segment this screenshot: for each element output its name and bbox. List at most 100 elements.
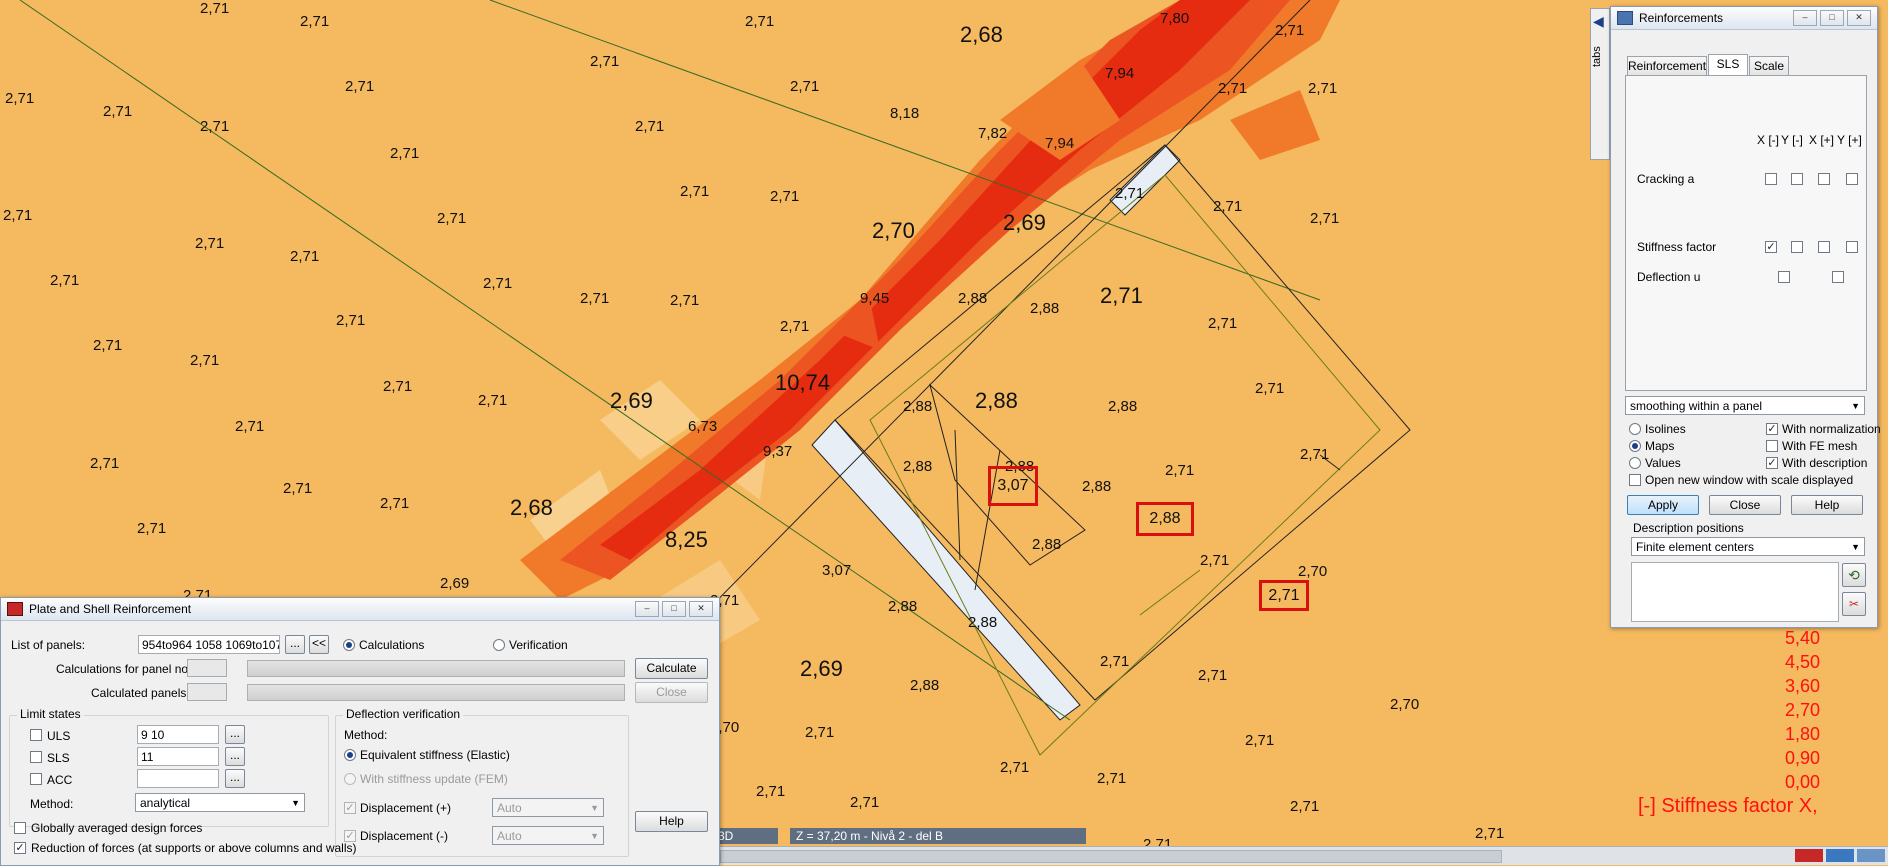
- reinf-title: Reinforcements: [1639, 11, 1724, 25]
- tab-reinforcement[interactable]: Reinforcement: [1627, 56, 1707, 76]
- globally-averaged-label: Globally averaged design forces: [31, 821, 203, 835]
- map-value-label: 9,37: [763, 443, 793, 460]
- map-value-label: 2,71: [336, 312, 366, 329]
- acc-checkbox[interactable]: [30, 773, 42, 785]
- chevron-down-icon: ▼: [590, 831, 599, 841]
- refresh-icon[interactable]: ⟲: [1842, 563, 1866, 587]
- verification-radio[interactable]: [493, 639, 505, 651]
- deflection-plus-checkbox[interactable]: [1832, 271, 1844, 283]
- map-value-label: 8,25: [665, 527, 708, 552]
- plate-dialog-titlebar[interactable]: Plate and Shell Reinforcement – □ ✕: [1, 598, 719, 621]
- apply-button[interactable]: Apply: [1627, 495, 1699, 515]
- isolines-label: Isolines: [1645, 422, 1686, 436]
- with-normalization-checkbox[interactable]: ✓: [1766, 423, 1778, 435]
- tab-scale[interactable]: Scale: [1749, 56, 1789, 76]
- map-value-label: 2,70: [872, 218, 915, 243]
- calculations-radio[interactable]: [343, 639, 355, 651]
- minimize-icon[interactable]: –: [1793, 10, 1817, 26]
- sls-input[interactable]: 11: [137, 747, 219, 766]
- arrow-left-icon[interactable]: ◀: [1593, 13, 1604, 30]
- stiffness-x-plus-checkbox[interactable]: [1818, 241, 1830, 253]
- cracking-x-minus-checkbox[interactable]: [1765, 173, 1777, 185]
- acc-input[interactable]: [137, 769, 219, 788]
- stiffness-y-minus-checkbox[interactable]: [1791, 241, 1803, 253]
- calculated-panels-label: Calculated panels:: [91, 686, 190, 700]
- equivalent-stiffness-radio[interactable]: [344, 749, 356, 761]
- map-value-label: 2,71: [1255, 380, 1285, 397]
- calculate-button[interactable]: Calculate: [635, 658, 708, 679]
- sls-more-button[interactable]: ...: [225, 747, 245, 766]
- map-value-label: 2,71: [756, 783, 786, 800]
- method-select[interactable]: analytical ▼: [135, 793, 305, 812]
- calculations-label: Calculations: [359, 638, 425, 652]
- side-tabs-strip[interactable]: ◀ tabs: [1590, 8, 1610, 160]
- legend-value: 2,70: [1785, 700, 1821, 720]
- uls-input[interactable]: 9 10: [137, 725, 219, 744]
- close-icon[interactable]: ✕: [689, 601, 713, 617]
- close-icon[interactable]: ✕: [1847, 10, 1871, 26]
- list-panels-input[interactable]: 954to964 1058 1069to1071: [138, 635, 280, 654]
- help-button[interactable]: Help: [635, 811, 708, 832]
- displacement-plus-select[interactable]: Auto ▼: [492, 798, 604, 817]
- with-description-checkbox[interactable]: ✓: [1766, 457, 1778, 469]
- with-fe-mesh-checkbox[interactable]: [1766, 440, 1778, 452]
- values-radio[interactable]: [1629, 457, 1641, 469]
- map-value-label: 2,71: [1290, 798, 1320, 815]
- view-mode-label[interactable]: 3D: [718, 828, 778, 844]
- close-button[interactable]: Close: [635, 682, 708, 703]
- stiffness-y-plus-checkbox[interactable]: [1846, 241, 1858, 253]
- tool-icon[interactable]: [1795, 849, 1823, 862]
- minimize-icon[interactable]: –: [635, 601, 659, 617]
- horizontal-scrollbar[interactable]: [720, 850, 1502, 863]
- map-value-label: 2,88: [903, 458, 933, 475]
- map-value-label: 2,71: [345, 78, 375, 95]
- delete-icon[interactable]: ✂: [1842, 592, 1866, 616]
- map-value-label: 2,69: [1003, 210, 1046, 235]
- calculated-progress-bar: [247, 684, 625, 701]
- description-positions-select[interactable]: Finite element centers ▼: [1631, 537, 1865, 556]
- header-y-plus: Y [+]: [1837, 133, 1862, 147]
- maximize-icon[interactable]: □: [1820, 10, 1844, 26]
- map-value-label: 2,71: [1310, 210, 1340, 227]
- side-tab-label[interactable]: tabs: [1591, 46, 1603, 67]
- stiffness-update-radio[interactable]: [344, 773, 356, 785]
- globally-averaged-checkbox[interactable]: [14, 822, 26, 834]
- displacement-plus-checkbox[interactable]: ✓: [344, 802, 356, 814]
- legend-value: 4,50: [1785, 652, 1821, 672]
- level-selector[interactable]: Z = 37,20 m - Nivå 2 - del B: [790, 828, 1086, 844]
- reinf-close-button[interactable]: Close: [1709, 495, 1781, 515]
- deflection-minus-checkbox[interactable]: [1778, 271, 1790, 283]
- reduction-forces-label: Reduction of forces (at supports or abov…: [31, 841, 357, 855]
- cracking-y-minus-checkbox[interactable]: [1791, 173, 1803, 185]
- uls-checkbox[interactable]: [30, 729, 42, 741]
- map-value-label: 2,69: [440, 575, 470, 592]
- stiffness-x-minus-checkbox[interactable]: ✓: [1765, 241, 1777, 253]
- map-value-label: 2,71: [195, 235, 225, 252]
- uls-more-button[interactable]: ...: [225, 725, 245, 744]
- reduction-forces-checkbox[interactable]: ✓: [14, 842, 26, 854]
- maps-radio[interactable]: [1629, 440, 1641, 452]
- view-icon[interactable]: [1826, 849, 1854, 862]
- cracking-x-plus-checkbox[interactable]: [1818, 173, 1830, 185]
- select-panels-button[interactable]: ...: [285, 635, 305, 654]
- limit-states-title: Limit states: [17, 707, 84, 721]
- description-list[interactable]: [1631, 562, 1839, 622]
- displacement-minus-select[interactable]: Auto ▼: [492, 826, 604, 845]
- map-value-label: 2,71: [1198, 667, 1228, 684]
- open-new-window-checkbox[interactable]: [1629, 474, 1641, 486]
- smoothing-select[interactable]: smoothing within a panel ▼: [1625, 396, 1865, 415]
- tab-sls[interactable]: SLS: [1708, 54, 1748, 76]
- acc-more-button[interactable]: ...: [225, 769, 245, 788]
- cracking-y-plus-checkbox[interactable]: [1846, 173, 1858, 185]
- stiffness-update-label: With stiffness update (FEM): [360, 772, 508, 786]
- window-icon[interactable]: [1857, 849, 1885, 862]
- sls-checkbox[interactable]: [30, 751, 42, 763]
- isolines-radio[interactable]: [1629, 423, 1641, 435]
- back-button[interactable]: <<: [309, 635, 329, 654]
- smoothing-value: smoothing within a panel: [1630, 399, 1763, 413]
- map-value-label: 2,71: [1475, 825, 1505, 842]
- maximize-icon[interactable]: □: [662, 601, 686, 617]
- reinf-help-button[interactable]: Help: [1791, 495, 1863, 515]
- reinf-titlebar[interactable]: Reinforcements – □ ✕: [1611, 7, 1877, 30]
- app-icon: [7, 602, 23, 616]
